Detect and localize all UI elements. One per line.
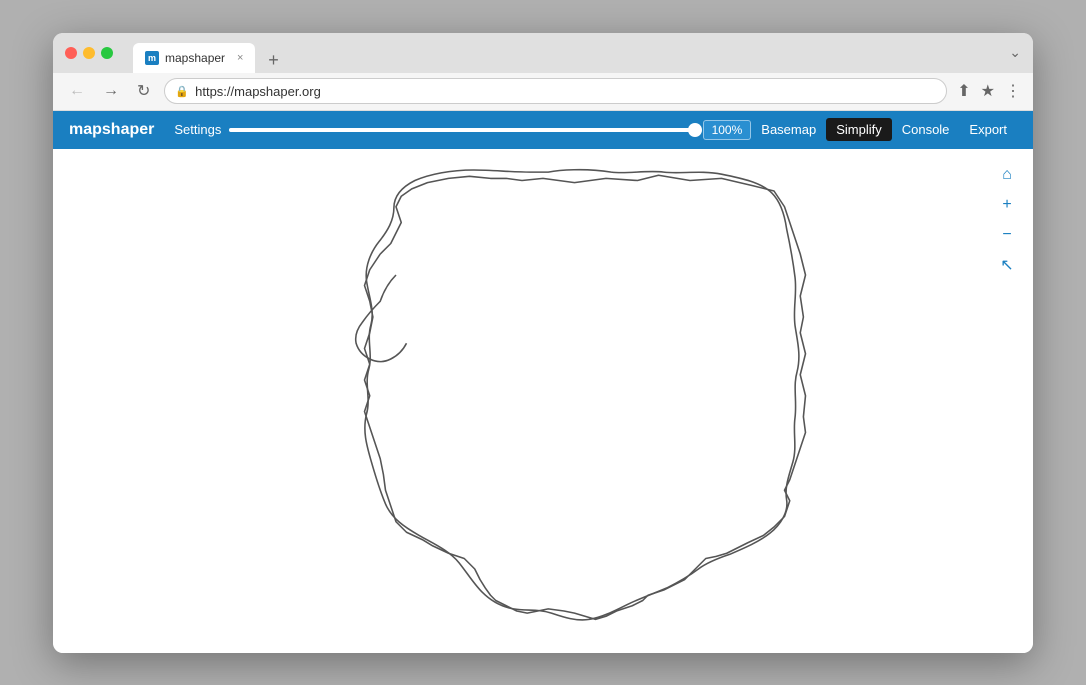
share-button[interactable]: ⬆ xyxy=(957,81,970,101)
tab-bar: m mapshaper × + xyxy=(133,33,285,73)
refresh-button[interactable]: ↻ xyxy=(133,79,154,103)
browser-tab[interactable]: m mapshaper × xyxy=(133,43,255,73)
bookmark-button[interactable]: ★ xyxy=(981,81,995,101)
map-controls: ⌂ + − ↖ xyxy=(993,161,1021,279)
url-bar[interactable]: 🔒 https://mapshaper.org xyxy=(164,78,947,104)
home-button[interactable]: ⌂ xyxy=(993,161,1021,189)
back-button[interactable]: ← xyxy=(65,80,89,102)
export-button[interactable]: Export xyxy=(959,118,1017,141)
more-button[interactable]: ⋮ xyxy=(1005,81,1021,101)
url-text: https://mapshaper.org xyxy=(195,84,321,99)
slider-fill xyxy=(229,128,694,132)
zoom-in-button[interactable]: + xyxy=(993,191,1021,219)
traffic-lights xyxy=(65,47,113,59)
zoom-out-icon: − xyxy=(1002,226,1011,244)
lock-icon: 🔒 xyxy=(175,85,189,98)
pointer-icon: ↖ xyxy=(1000,255,1013,275)
toolbar-nav: Basemap Simplify Console Export xyxy=(751,118,1017,141)
title-bar: m mapshaper × + ⌄ xyxy=(53,33,1033,73)
simplify-slider[interactable]: 100% xyxy=(229,120,751,140)
app-logo: mapshaper xyxy=(69,121,154,139)
zoom-out-button[interactable]: − xyxy=(993,221,1021,249)
map-area[interactable]: ⌂ + − ↖ xyxy=(53,149,1033,653)
tab-close-button[interactable]: × xyxy=(237,52,243,64)
tab-title: mapshaper xyxy=(165,51,225,65)
window-chevron-icon: ⌄ xyxy=(1009,44,1021,61)
pointer-button[interactable]: ↖ xyxy=(993,251,1021,279)
home-icon: ⌂ xyxy=(1002,166,1012,184)
basemap-button[interactable]: Basemap xyxy=(751,118,826,141)
address-bar: ← → ↻ 🔒 https://mapshaper.org ⬆ ★ ⋮ xyxy=(53,73,1033,111)
browser-window: m mapshaper × + ⌄ ← → ↻ 🔒 https://mapsha… xyxy=(53,33,1033,653)
tab-favicon: m xyxy=(145,51,159,65)
simplify-button[interactable]: Simplify xyxy=(826,118,892,141)
console-button[interactable]: Console xyxy=(892,118,960,141)
app-toolbar: mapshaper Settings 100% Basemap Simplify… xyxy=(53,111,1033,149)
maximize-button[interactable] xyxy=(101,47,113,59)
map-shape xyxy=(53,149,1033,653)
forward-button[interactable]: → xyxy=(99,80,123,102)
slider-thumb[interactable] xyxy=(688,123,702,137)
settings-label: Settings xyxy=(174,122,221,137)
slider-track[interactable] xyxy=(229,128,694,132)
percentage-badge: 100% xyxy=(703,120,752,140)
close-button[interactable] xyxy=(65,47,77,59)
zoom-in-icon: + xyxy=(1002,196,1011,214)
minimize-button[interactable] xyxy=(83,47,95,59)
new-tab-button[interactable]: + xyxy=(261,49,285,73)
